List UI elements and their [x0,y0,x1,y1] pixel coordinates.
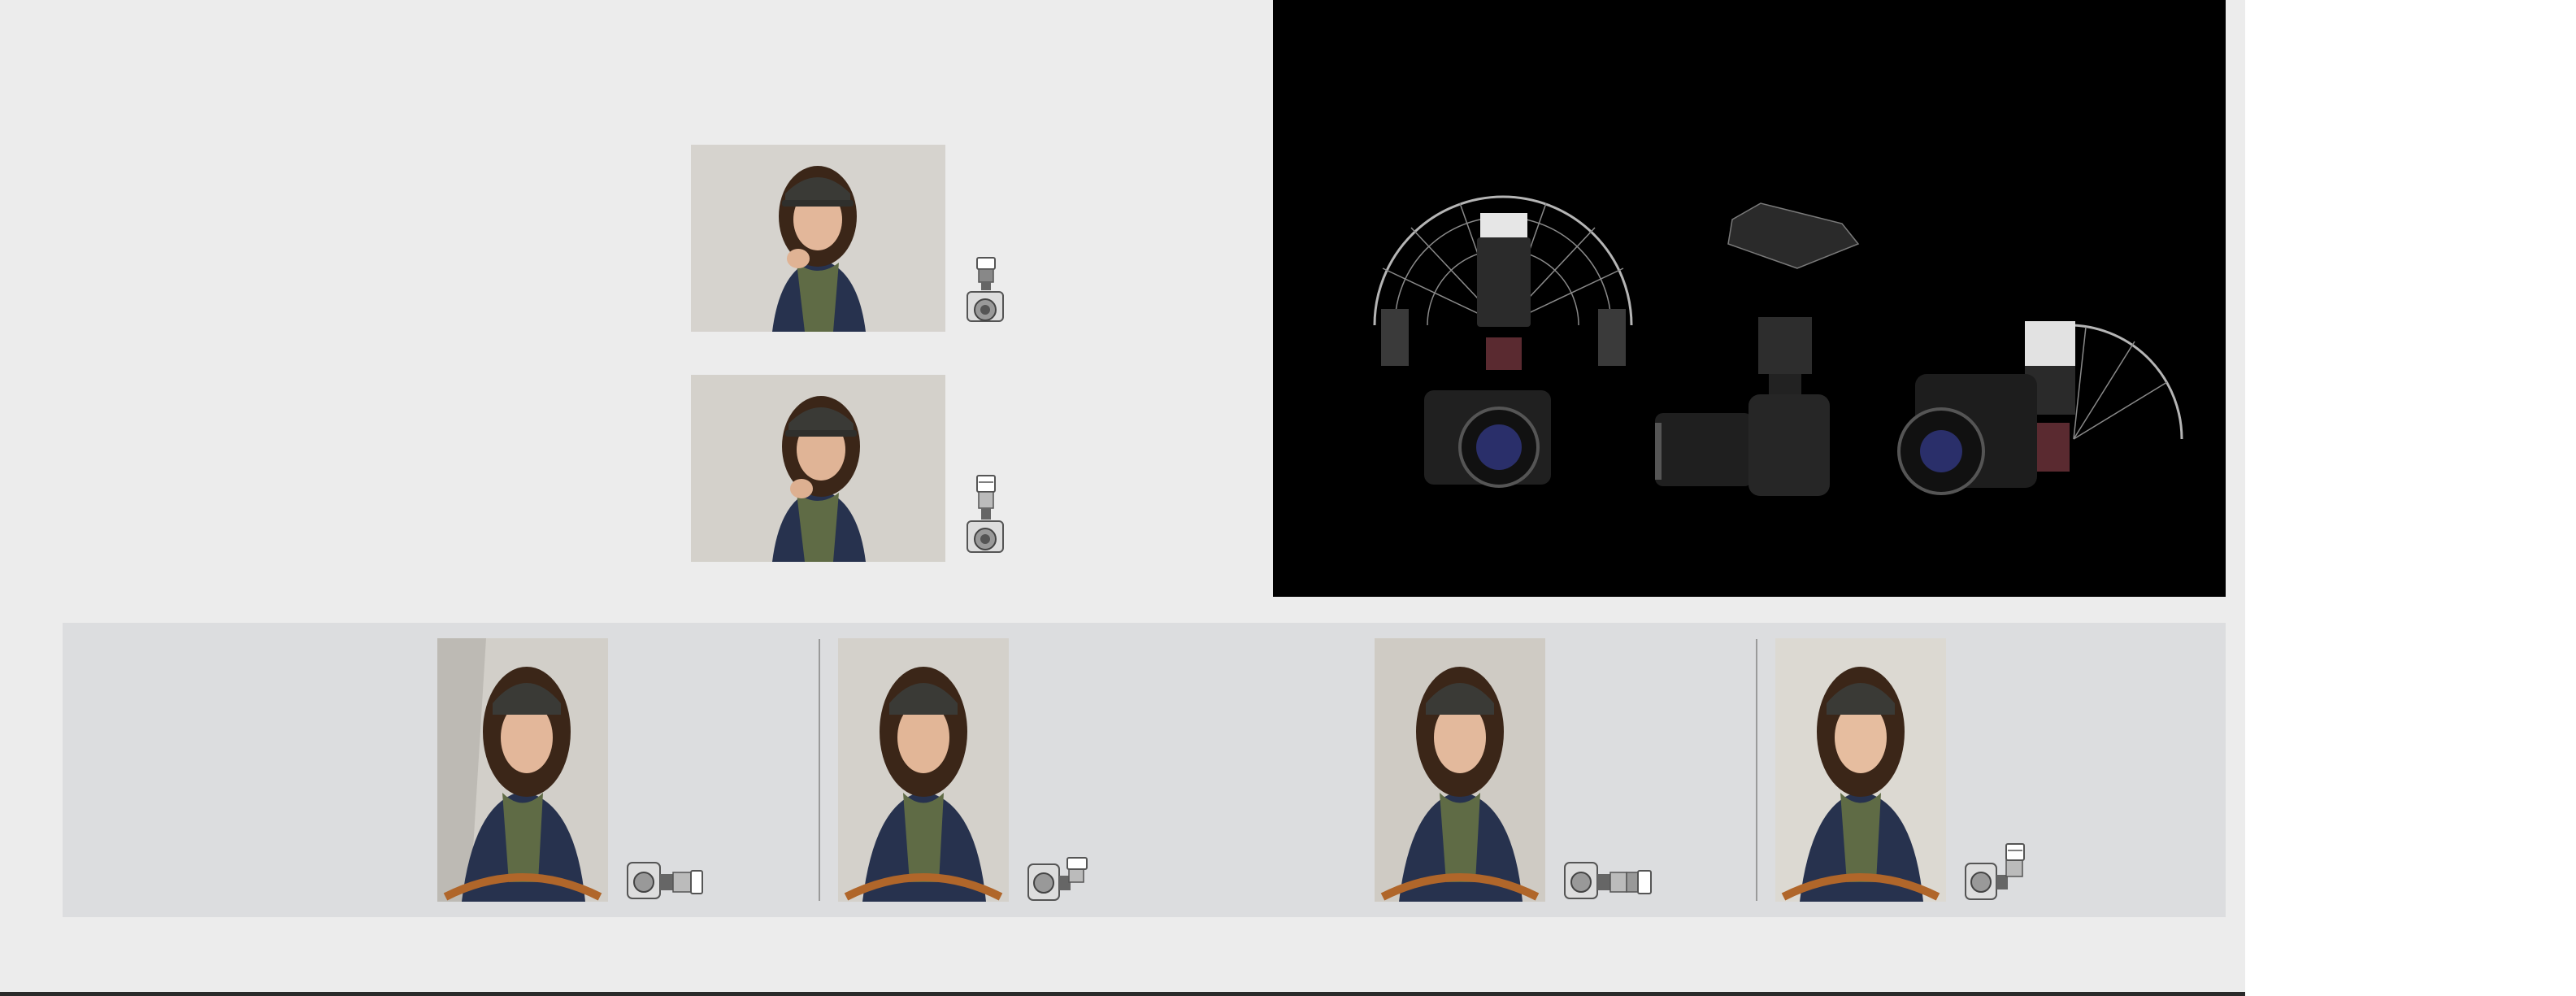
footer-rule [0,992,2245,996]
camera-side-flash-icon [626,858,706,903]
camera-flash-upright-icon [964,256,1006,333]
portrait-photo-bounce-flash [691,375,945,562]
portrait-photo-side-bounce [838,638,1009,902]
camera-flash-tilted-icon [964,474,1006,563]
right-margin [2245,0,2576,996]
divider [819,639,820,901]
portrait-photo-direct-flash [691,145,945,332]
camera-side-flash-icon [1563,858,1654,903]
portrait-photo-side-direct [437,638,608,902]
camera-side-flash-angled-icon [1027,856,1090,903]
camera-side-flash-upright-icon [1964,842,2027,903]
divider [1756,639,1757,901]
portrait-photo-side-bounce-2 [1775,638,1946,902]
flash-units-hero-image [1273,0,2226,597]
portrait-photo-side-direct-2 [1375,638,1545,902]
